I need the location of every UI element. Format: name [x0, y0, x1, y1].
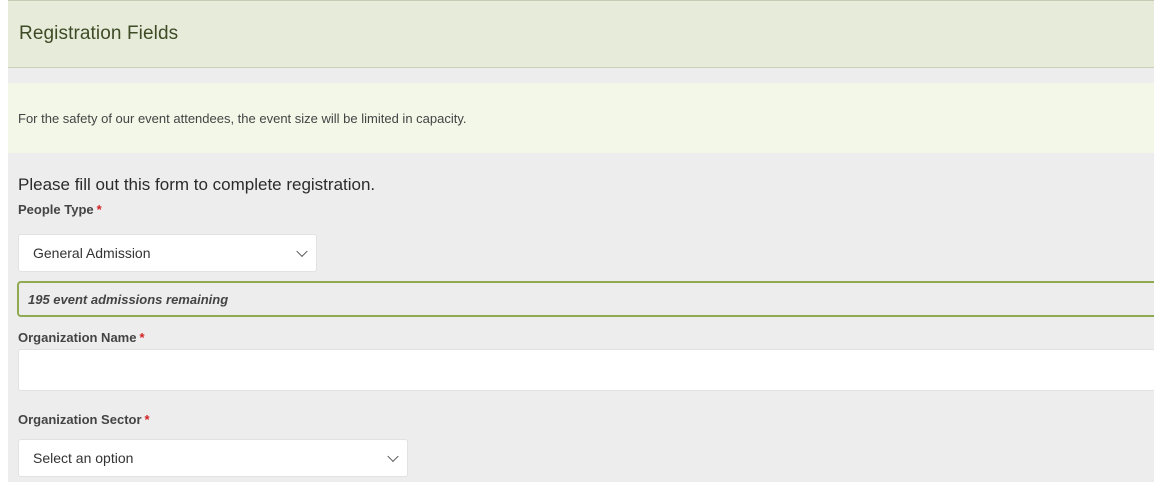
registration-panel: Registration Fields For the safety of ou… — [8, 0, 1154, 482]
organization-name-label-text: Organization Name — [18, 330, 137, 345]
capacity-notice: For the safety of our event attendees, t… — [8, 83, 1154, 153]
people-type-select[interactable]: General Admission — [18, 234, 317, 272]
admissions-remaining-badge: 195 event admissions remaining — [17, 281, 1154, 317]
form-intro: Please fill out this form to complete re… — [18, 175, 376, 194]
section-header: Registration Fields — [8, 1, 1154, 68]
people-type-label: People Type * — [18, 202, 102, 217]
notice-text: For the safety of our event attendees, t… — [18, 110, 467, 126]
required-marker: * — [144, 412, 150, 427]
organization-sector-selected: Select an option — [33, 450, 134, 466]
organization-sector-label: Organization Sector * — [18, 412, 150, 427]
people-type-selected: General Admission — [33, 245, 151, 261]
organization-name-input[interactable] — [18, 349, 1154, 391]
admissions-remaining-text: 195 event admissions remaining — [28, 291, 229, 307]
organization-name-label: Organization Name * — [18, 330, 145, 345]
organization-sector-select[interactable]: Select an option — [18, 439, 408, 477]
required-marker: * — [96, 202, 102, 217]
required-marker: * — [139, 330, 145, 345]
organization-sector-label-text: Organization Sector — [18, 412, 142, 427]
section-title: Registration Fields — [19, 23, 179, 44]
chevron-down-icon — [296, 245, 308, 258]
people-type-label-text: People Type — [18, 202, 94, 217]
chevron-down-icon — [387, 450, 399, 463]
